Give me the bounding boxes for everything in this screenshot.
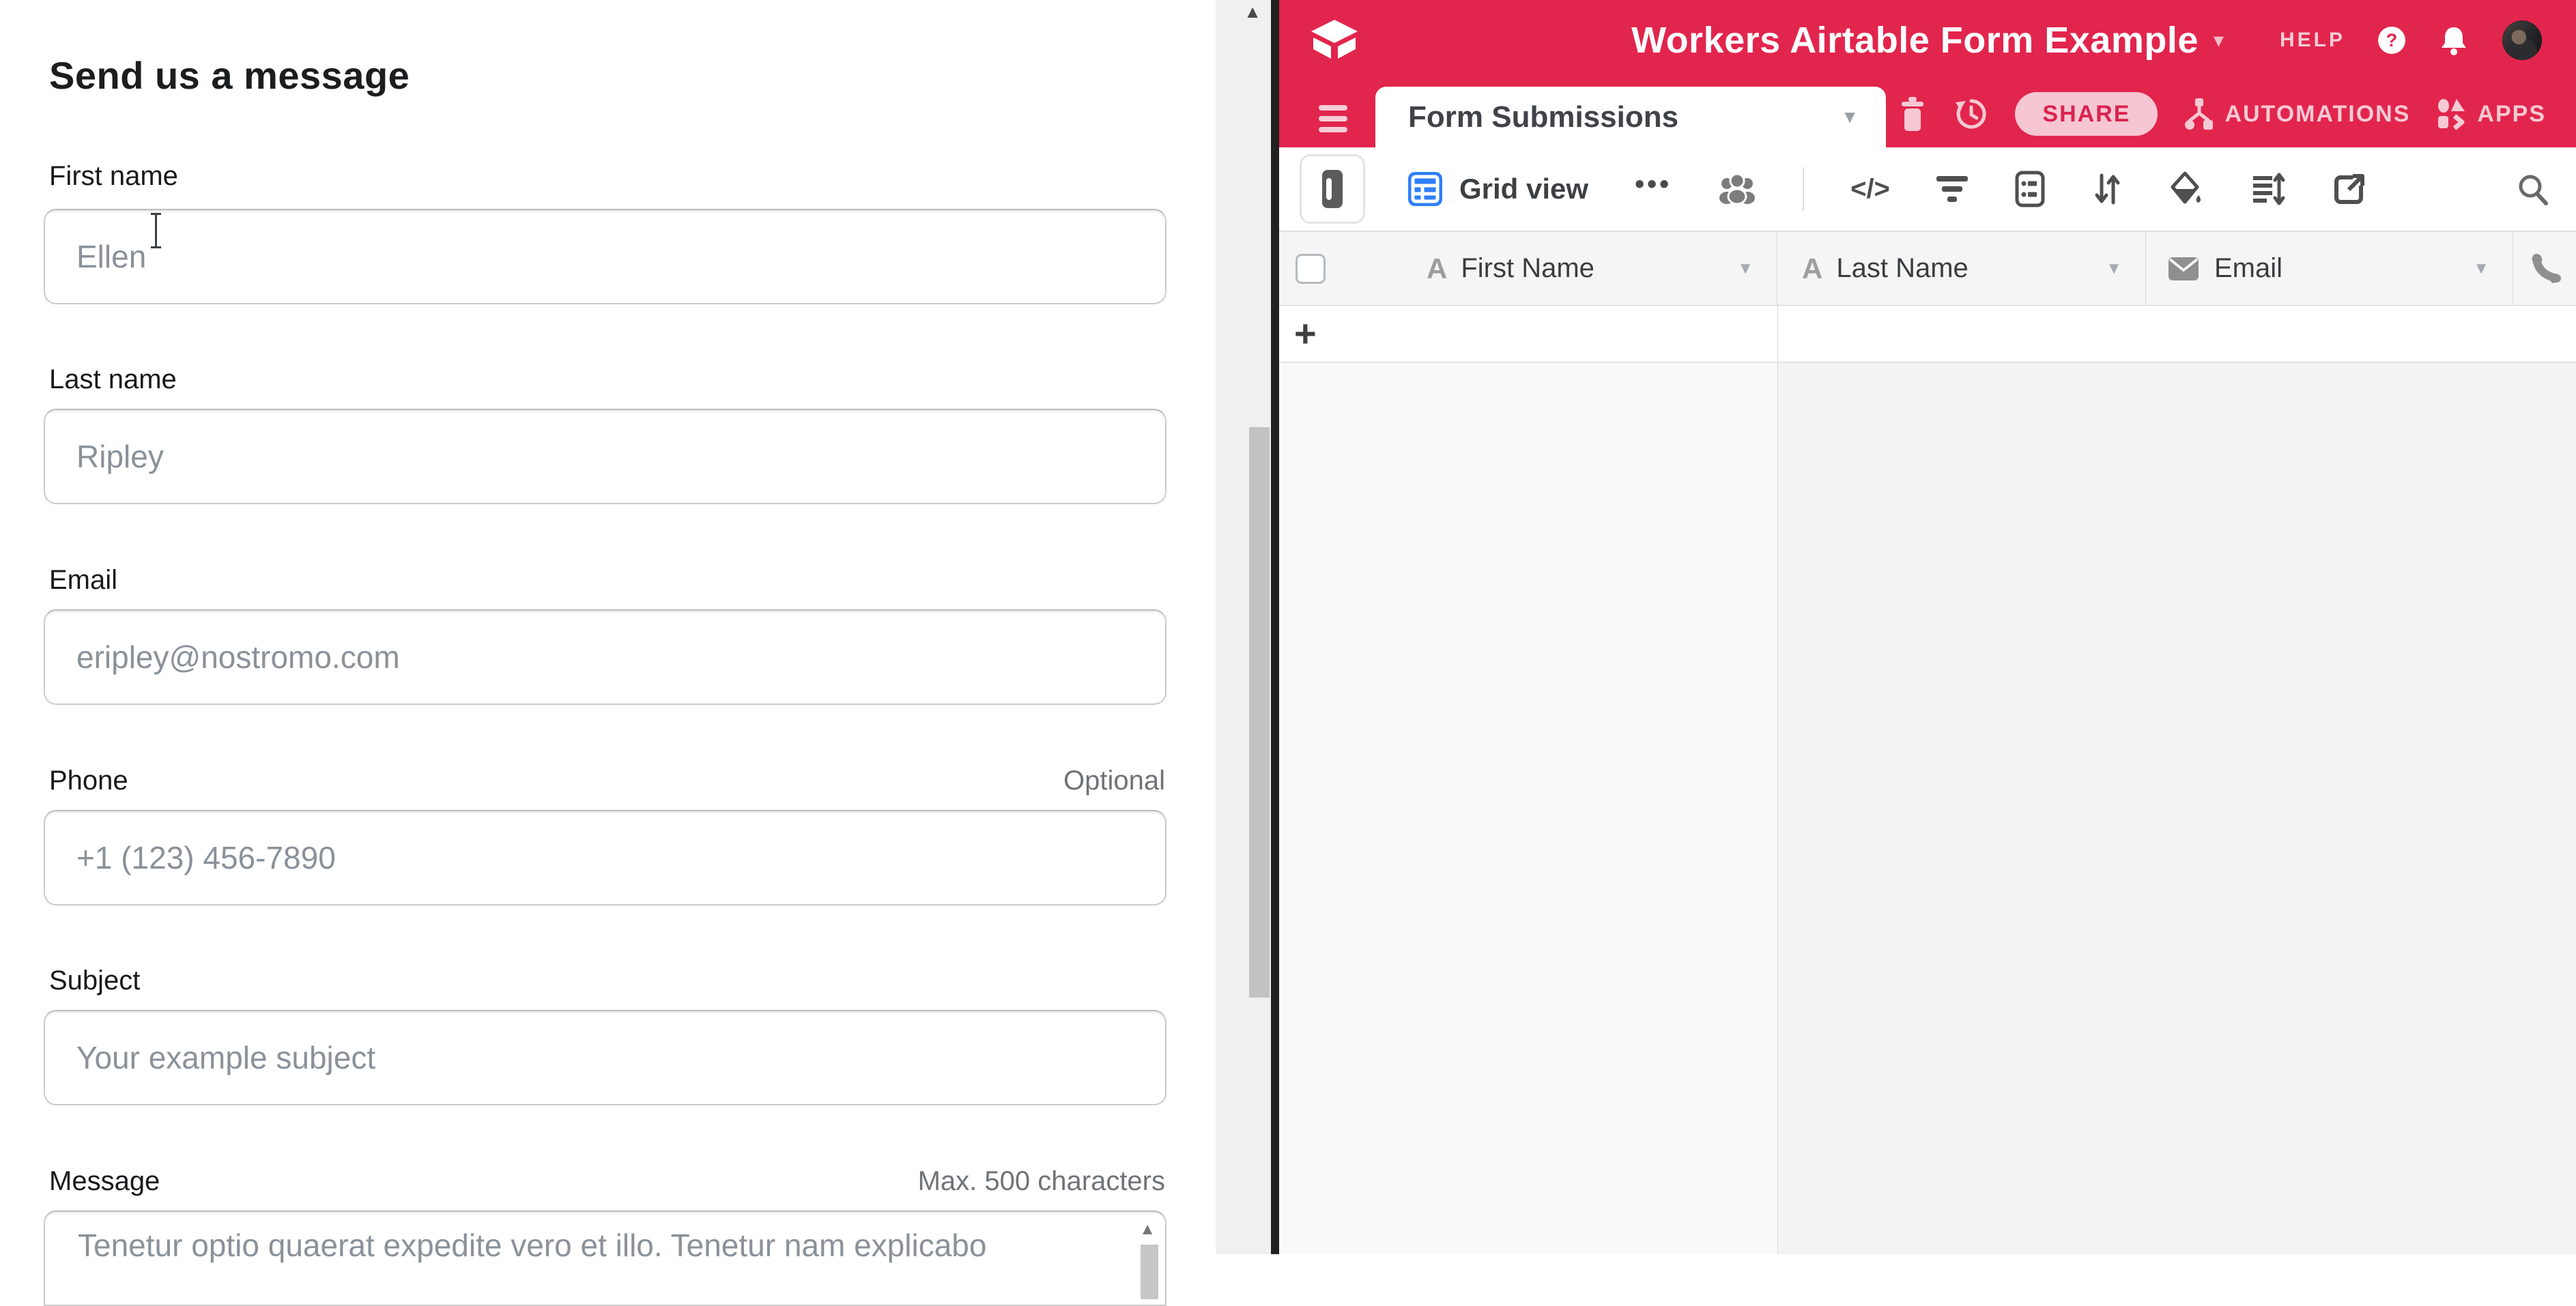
column-header-first-name[interactable]: A First Name ▼ — [1279, 232, 1777, 305]
bell-icon[interactable] — [2438, 25, 2470, 56]
airtable-topbar: Workers Airtable Form Example ▾ HELP ? — [1279, 0, 2576, 81]
automations-icon — [2184, 97, 2215, 131]
column-header-phone[interactable]: Phone — [2513, 232, 2576, 305]
text-field-icon: A — [1802, 252, 1822, 285]
history-icon[interactable] — [1954, 96, 1989, 132]
phone-field-icon — [2531, 254, 2561, 284]
airtable-logo-icon[interactable] — [1308, 19, 1360, 60]
dropdown-triangle-icon: ▼ — [1841, 106, 1859, 128]
column-divider — [1777, 363, 1778, 1254]
share-button[interactable]: SHARE — [2015, 92, 2158, 136]
subject-input[interactable] — [44, 1010, 1167, 1105]
grid-empty-area — [1279, 363, 2576, 1254]
first-name-label: First name — [49, 161, 178, 192]
filter-icon[interactable] — [1936, 176, 1968, 202]
code-icon[interactable]: </> — [1850, 174, 1890, 205]
airtable-pane: Workers Airtable Form Example ▾ HELP ? F… — [1279, 0, 2576, 1254]
phone-input[interactable] — [44, 810, 1167, 905]
table-tabs-bar: Form Submissions ▼ SHARE — [1279, 81, 2576, 147]
toolbar-divider — [1803, 167, 1804, 211]
subject-label: Subject — [49, 966, 140, 996]
phone-optional-note: Optional — [1063, 766, 1165, 796]
group-fields-icon[interactable] — [2014, 170, 2046, 208]
trash-icon[interactable] — [1898, 96, 1928, 132]
textarea-scrollbar-thumb[interactable] — [1141, 1245, 1158, 1299]
sort-icon[interactable] — [2092, 171, 2122, 207]
grid-view-icon — [1407, 171, 1443, 207]
form-title: Send us a message — [49, 53, 410, 98]
apps-icon — [2436, 98, 2467, 130]
message-text: Tenetur optio quaerat expedite vero et i… — [78, 1227, 986, 1264]
empty-secondary-area — [1778, 363, 2576, 1254]
textarea-scroll-up-icon[interactable]: ▲ — [1139, 1221, 1156, 1238]
contact-form-pane: Send us a message First name Last name E… — [0, 0, 1216, 1254]
share-label: SHARE — [2042, 101, 2130, 128]
grid-header-row: A First Name ▼ A Last Name ▼ Email ▼ — [1279, 232, 2576, 306]
chevron-down-icon: ▾ — [2214, 29, 2224, 53]
empty-primary-column — [1279, 363, 1777, 1254]
share-view-icon[interactable] — [2332, 172, 2366, 206]
email-field-icon — [2168, 257, 2199, 281]
avatar[interactable] — [2502, 20, 2542, 60]
text-field-icon: A — [1427, 252, 1447, 285]
last-name-input[interactable] — [44, 409, 1167, 504]
select-all-checkbox[interactable] — [1296, 254, 1326, 284]
last-name-label: Last name — [49, 364, 177, 395]
automations-label: AUTOMATIONS — [2224, 101, 2410, 128]
collaborators-icon[interactable] — [1718, 172, 1756, 206]
view-sidebar-toggle-button[interactable] — [1300, 154, 1365, 224]
column-header-email[interactable]: Email ▼ — [2146, 232, 2513, 305]
tab-form-submissions[interactable]: Form Submissions ▼ — [1375, 87, 1886, 147]
base-title-menu[interactable]: Workers Airtable Form Example ▾ — [1631, 0, 2224, 81]
column-name: First Name — [1461, 253, 1594, 284]
apps-button[interactable]: APPS — [2436, 98, 2546, 130]
message-maxchars-note: Max. 500 characters — [918, 1166, 1165, 1197]
sidebar-toggle-icon — [1322, 170, 1343, 208]
message-label: Message — [49, 1166, 160, 1197]
color-paint-icon[interactable] — [2169, 171, 2204, 207]
email-input[interactable] — [44, 609, 1167, 705]
base-title: Workers Airtable Form Example — [1631, 19, 2199, 61]
column-name: Last Name — [1836, 253, 1968, 284]
help-button[interactable]: HELP — [2280, 29, 2345, 52]
view-toolbar: Grid view ••• </> — [1279, 147, 2576, 232]
hamburger-menu-icon[interactable] — [1319, 105, 1347, 132]
email-label: Email — [49, 565, 117, 596]
scrollbar-up-icon[interactable]: ▲ — [1244, 3, 1261, 20]
help-circle-icon[interactable]: ? — [2378, 27, 2405, 54]
table-tab-label: Form Submissions — [1408, 100, 1678, 134]
mouse-cursor-ibeam — [149, 213, 162, 248]
column-dropdown-icon[interactable]: ▼ — [2473, 259, 2489, 278]
message-textarea[interactable]: Tenetur optio quaerat expedite vero et i… — [44, 1210, 1167, 1306]
window-divider — [1271, 0, 1279, 1254]
left-pane-scrollbar[interactable]: ▲ — [1216, 0, 1271, 1254]
column-name: Email — [2214, 253, 2282, 284]
scrollbar-thumb[interactable] — [1249, 427, 1270, 998]
column-dropdown-icon[interactable]: ▼ — [2106, 259, 2122, 278]
phone-label: Phone — [49, 766, 128, 796]
search-icon[interactable] — [2516, 172, 2550, 206]
column-divider — [1777, 306, 1778, 362]
row-height-icon[interactable] — [2250, 172, 2286, 206]
column-header-last-name[interactable]: A Last Name ▼ — [1777, 232, 2146, 305]
add-record-row[interactable]: + — [1279, 306, 2576, 363]
view-name-button[interactable]: Grid view — [1459, 173, 1588, 205]
plus-icon[interactable]: + — [1294, 315, 1317, 353]
first-name-input[interactable] — [44, 209, 1167, 304]
column-dropdown-icon[interactable]: ▼ — [1737, 259, 1754, 278]
apps-label: APPS — [2477, 101, 2546, 128]
automations-button[interactable]: AUTOMATIONS — [2184, 97, 2410, 131]
